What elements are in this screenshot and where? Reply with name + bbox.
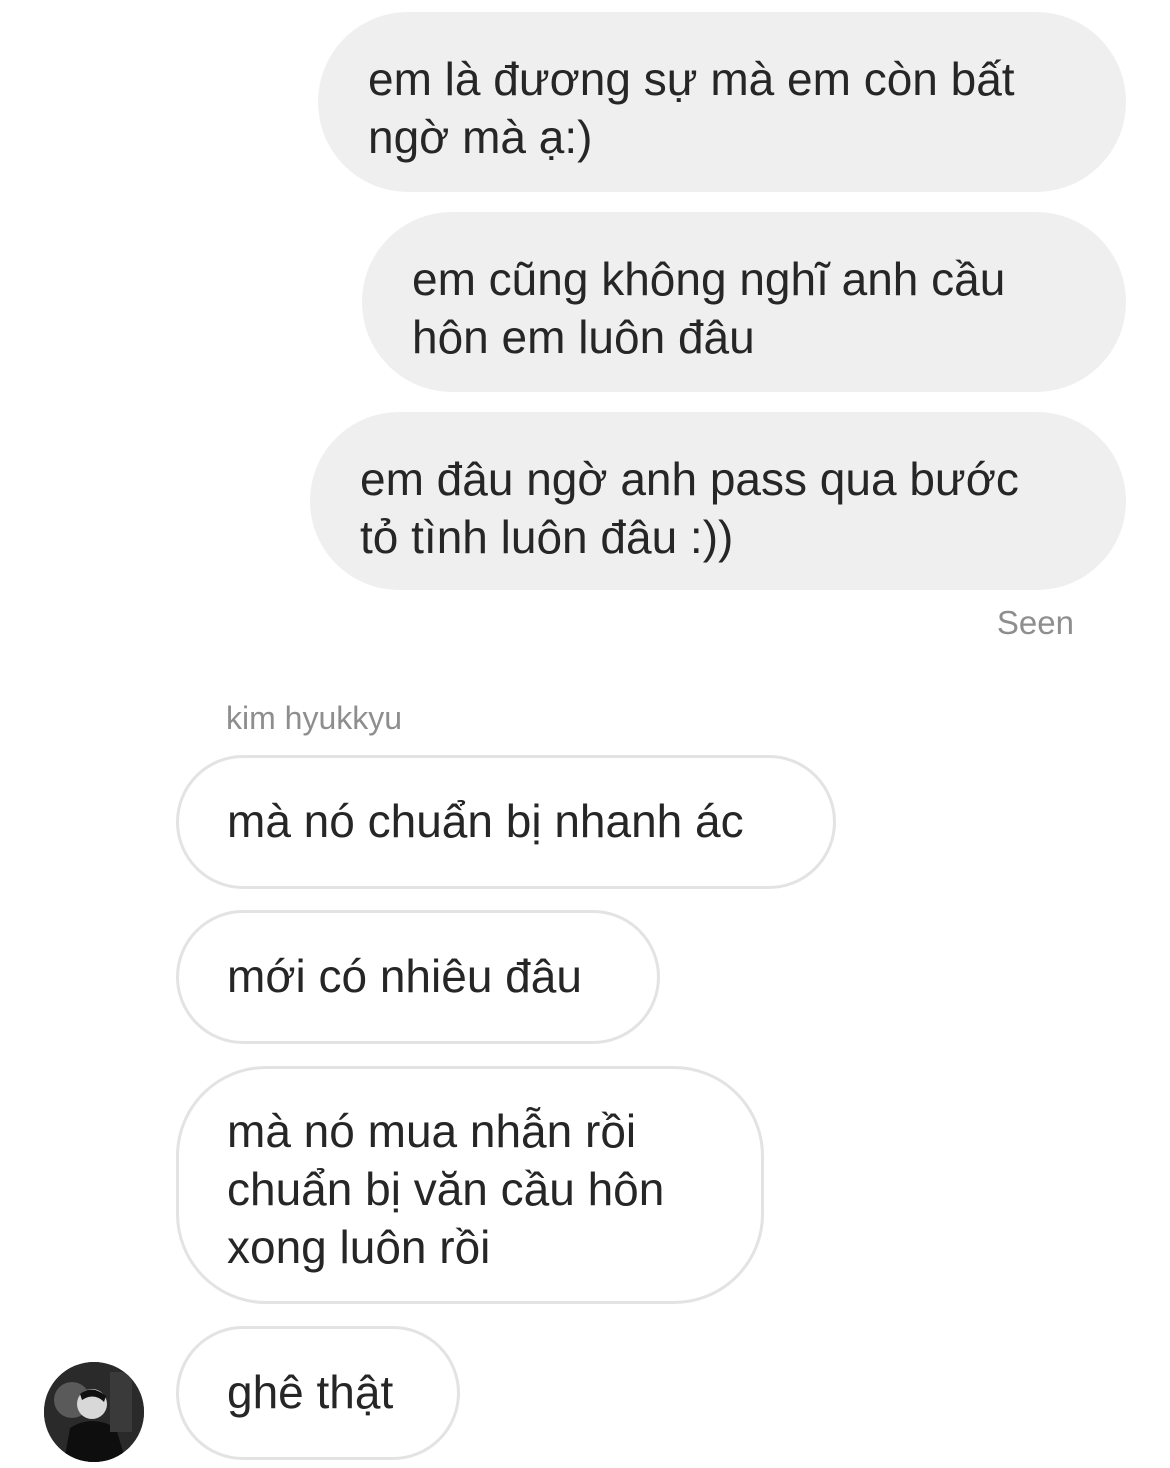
message-text: mới có nhiêu đâu xyxy=(227,950,582,1002)
received-message-bubble[interactable]: mới có nhiêu đâu xyxy=(176,910,660,1044)
message-text: hôn em luôn đâu xyxy=(412,311,755,363)
avatar-photo-icon xyxy=(44,1362,144,1462)
received-message-bubble[interactable]: ghê thật xyxy=(176,1326,460,1460)
message-text: chuẩn bị văn cầu hôn xyxy=(227,1163,665,1215)
sent-message-bubble[interactable]: em đâu ngờ anh pass qua bước tỏ tình luô… xyxy=(310,412,1126,590)
message-text: xong luôn rồi xyxy=(227,1221,491,1273)
message-text: em đâu ngờ anh pass qua bước xyxy=(360,453,1019,505)
sender-avatar[interactable] xyxy=(44,1362,144,1462)
message-text: mà nó mua nhẫn rồi xyxy=(227,1105,637,1157)
seen-status: Seen xyxy=(996,604,1074,641)
received-message-bubble[interactable]: mà nó mua nhẫn rồi chuẩn bị văn cầu hôn … xyxy=(176,1066,764,1304)
sent-message-bubble[interactable]: em cũng không nghĩ anh cầu hôn em luôn đ… xyxy=(362,212,1126,392)
message-text: tỏ tình luôn đâu :)) xyxy=(360,511,734,563)
sender-name: kim hyukkyu xyxy=(226,700,403,736)
message-text: em cũng không nghĩ anh cầu xyxy=(412,253,1006,305)
sent-message-bubble[interactable]: em là đương sự mà em còn bất ngờ mà ạ:) xyxy=(318,12,1126,192)
message-text: ghê thật xyxy=(227,1366,394,1418)
received-message-bubble[interactable]: mà nó chuẩn bị nhanh ác xyxy=(176,755,836,889)
message-text: mà nó chuẩn bị nhanh ác xyxy=(227,795,744,847)
message-text: em là đương sự mà em còn bất xyxy=(368,53,1015,105)
message-text: ngờ mà ạ:) xyxy=(368,111,593,163)
